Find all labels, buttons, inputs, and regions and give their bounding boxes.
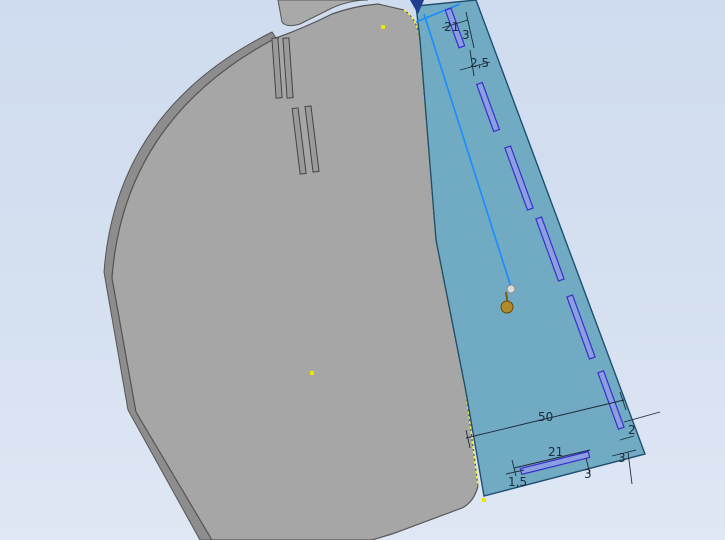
vertex-point-icon[interactable] <box>482 498 486 502</box>
dim-bottom-slot-width[interactable]: 3 <box>584 467 592 481</box>
vertex-point-icon[interactable] <box>381 25 385 29</box>
vertex-point-icon[interactable] <box>310 371 314 375</box>
dim-bottom-slot-length[interactable]: 21 <box>548 445 563 459</box>
dim-top-gap[interactable]: 3 <box>462 28 470 42</box>
model-view[interactable]: 21 3 2,5 50 21 1,5 3 2 3 <box>0 0 725 540</box>
cad-graphics-window[interactable]: 21 3 2,5 50 21 1,5 3 2 3 <box>0 0 725 540</box>
dim-right-edge-a[interactable]: 2 <box>628 423 636 437</box>
dim-bottom-slot-offset[interactable]: 1,5 <box>508 475 527 489</box>
dim-top-width[interactable]: 21 <box>444 20 459 34</box>
dim-top-offset[interactable]: 2,5 <box>470 56 489 70</box>
dim-right-edge-b[interactable]: 3 <box>618 451 626 465</box>
dim-overall-length[interactable]: 50 <box>538 410 553 424</box>
